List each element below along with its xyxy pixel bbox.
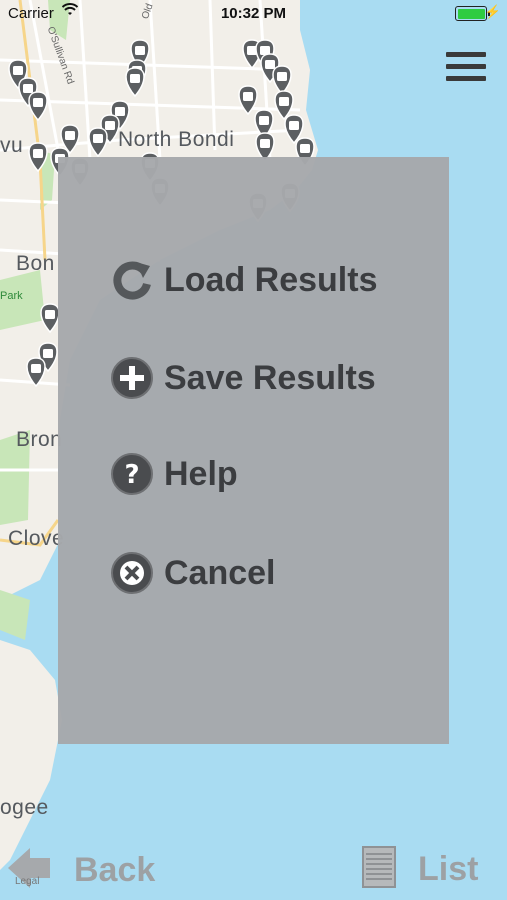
bus-icon xyxy=(259,116,269,125)
bus-icon xyxy=(115,107,125,116)
menu-item-cancel[interactable]: Cancel xyxy=(110,549,276,597)
bus-icon xyxy=(105,121,115,130)
bus-icon xyxy=(243,92,253,101)
list-button[interactable]: List xyxy=(362,846,478,893)
menu-item-label: Help xyxy=(164,454,238,493)
back-arrow-icon xyxy=(8,846,58,895)
map-label-north-bondi: North Bondi xyxy=(118,128,235,151)
list-label: List xyxy=(418,850,479,888)
bus-icon xyxy=(289,121,299,130)
bus-icon xyxy=(93,134,103,143)
menu-item-help[interactable]: ? Help xyxy=(110,450,238,498)
menu-button[interactable] xyxy=(446,52,486,84)
menu-item-load-results[interactable]: Load Results xyxy=(110,256,377,304)
bus-icon xyxy=(65,131,75,140)
bus-icon xyxy=(13,66,23,75)
menu-item-label: Load Results xyxy=(164,260,378,299)
menu-item-label: Save Results xyxy=(164,358,376,397)
map-label-clovelly: Clove xyxy=(8,527,65,550)
menu-item-save-results[interactable]: Save Results xyxy=(110,354,376,402)
bus-icon xyxy=(265,60,275,69)
bus-icon xyxy=(43,349,53,358)
bus-icon xyxy=(45,310,55,319)
map-label-bondi-junction: vu xyxy=(0,134,24,157)
menu-item-label: Cancel xyxy=(164,553,276,592)
battery-icon xyxy=(455,6,490,21)
list-icon xyxy=(362,846,396,893)
back-label: Back xyxy=(74,851,156,889)
bus-icon xyxy=(260,139,270,148)
bus-icon xyxy=(279,97,289,106)
bus-icon xyxy=(33,149,43,158)
bus-icon xyxy=(33,98,43,107)
svg-text:?: ? xyxy=(124,460,139,490)
bus-icon xyxy=(23,84,33,93)
map-label-park: Park xyxy=(0,290,23,302)
bus-icon xyxy=(135,46,145,55)
question-icon: ? xyxy=(110,452,154,496)
plus-icon xyxy=(110,356,154,400)
cancel-icon xyxy=(110,551,154,595)
charging-icon: ⚡ xyxy=(484,4,501,19)
back-button[interactable]: Back xyxy=(8,846,155,895)
bus-icon xyxy=(130,74,140,83)
bus-icon xyxy=(31,364,41,373)
map-label-bronte: Bron xyxy=(16,428,63,451)
clock: 10:32 PM xyxy=(220,5,287,22)
bus-icon xyxy=(300,144,310,153)
status-bar: Carrier 10:32 PM ⚡ xyxy=(0,0,507,28)
map-label-bondi: Bon xyxy=(16,252,55,275)
bus-icon xyxy=(277,72,287,81)
map-label-coogee: ogee xyxy=(0,796,49,819)
map-legal-link[interactable]: Legal xyxy=(15,876,39,887)
refresh-icon xyxy=(110,258,154,302)
